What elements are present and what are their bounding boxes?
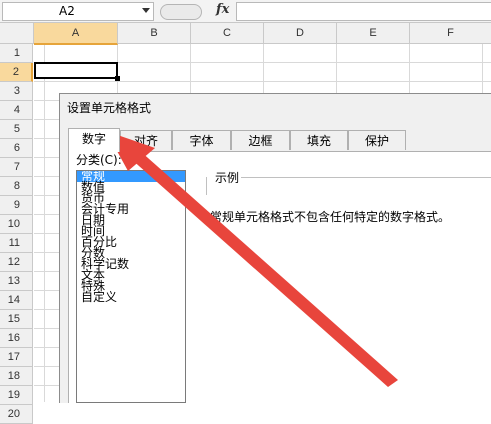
row-header-18[interactable]: 18 — [0, 367, 33, 386]
row-header-3[interactable]: 3 — [0, 82, 33, 101]
format-description: 常规单元格格式不包含任何特定的数字格式。 — [210, 210, 451, 224]
row-header-7[interactable]: 7 — [0, 158, 33, 177]
fill-handle[interactable] — [115, 76, 120, 81]
row-header-20[interactable]: 20 — [0, 405, 33, 424]
formula-input[interactable] — [236, 2, 491, 21]
name-box[interactable]: A2 — [2, 2, 154, 21]
column-header-f[interactable]: F — [410, 23, 491, 44]
sample-group-border — [206, 177, 207, 195]
column-header-d[interactable]: D — [264, 23, 337, 44]
row-header-13[interactable]: 13 — [0, 272, 33, 291]
sample-label: 示例 — [213, 169, 242, 186]
tab-font[interactable]: 字体 — [172, 130, 231, 150]
name-box-value: A2 — [59, 4, 75, 18]
insert-function-icon[interactable]: fx — [216, 2, 229, 17]
column-header-b[interactable]: B — [118, 23, 191, 44]
column-header-c[interactable]: C — [191, 23, 264, 44]
category-list[interactable]: 常规 数值 货币 会计专用 日期 时间 百分比 分数 科学记数 文本 特殊 自定… — [76, 170, 186, 403]
row-header-4[interactable]: 4 — [0, 101, 33, 120]
category-label: 分类(C): — [76, 153, 122, 167]
sample-group-line — [236, 177, 491, 178]
row-header-6[interactable]: 6 — [0, 139, 33, 158]
row-header-1[interactable]: 1 — [0, 44, 33, 63]
row-header-14[interactable]: 14 — [0, 291, 33, 310]
row-header-17[interactable]: 17 — [0, 348, 33, 367]
row-header-19[interactable]: 19 — [0, 386, 33, 405]
row-header-16[interactable]: 16 — [0, 329, 33, 348]
format-cells-dialog: 设置单元格格式 数字 对齐 字体 边框 填充 保护 分类(C): 常规 数值 货… — [59, 93, 491, 403]
row-header-12[interactable]: 12 — [0, 253, 33, 272]
row-header-2[interactable]: 2 — [0, 63, 33, 82]
row-header-9[interactable]: 9 — [0, 196, 33, 215]
chevron-down-icon[interactable] — [142, 8, 150, 13]
dialog-title: 设置单元格格式 — [67, 101, 152, 115]
column-header-e[interactable]: E — [337, 23, 410, 44]
tab-alignment[interactable]: 对齐 — [120, 130, 172, 150]
row-header-11[interactable]: 11 — [0, 234, 33, 253]
tab-protection[interactable]: 保护 — [348, 130, 406, 150]
category-item-custom[interactable]: 自定义 — [77, 291, 185, 303]
tab-border[interactable]: 边框 — [231, 130, 290, 150]
select-all-corner[interactable] — [0, 23, 34, 44]
formula-bar: A2 fx — [0, 0, 491, 23]
tab-number[interactable]: 数字 — [68, 128, 120, 152]
row-header-10[interactable]: 10 — [0, 215, 33, 234]
row-header-8[interactable]: 8 — [0, 177, 33, 196]
row-header-15[interactable]: 15 — [0, 310, 33, 329]
tab-fill[interactable]: 填充 — [290, 130, 348, 150]
row-header-5[interactable]: 5 — [0, 120, 33, 139]
column-header-a[interactable]: A — [34, 23, 118, 45]
formula-bar-grip[interactable] — [160, 4, 202, 20]
active-cell-a2[interactable] — [34, 62, 118, 79]
